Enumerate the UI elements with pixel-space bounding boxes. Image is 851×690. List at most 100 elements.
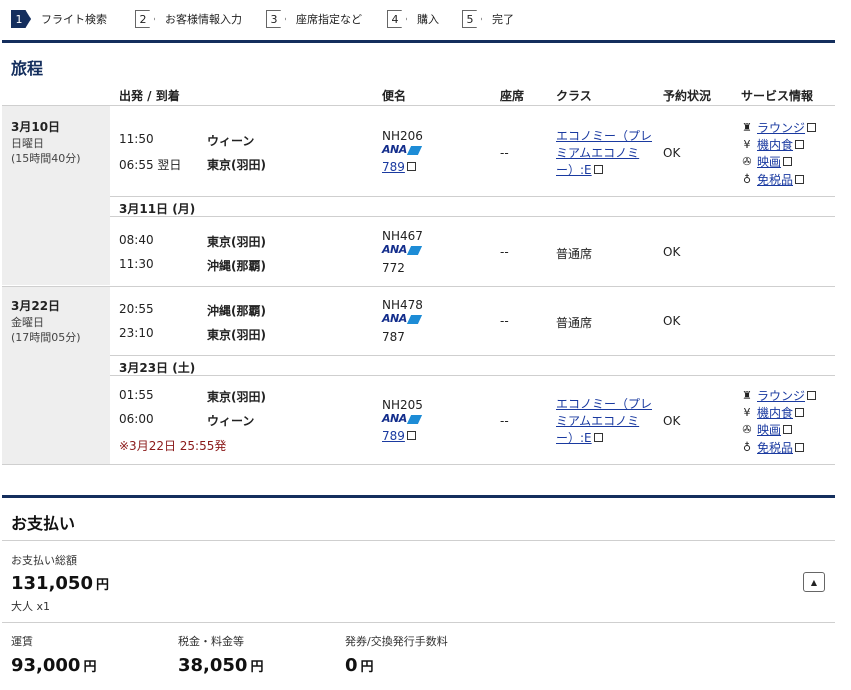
flight-number: NH467	[382, 229, 423, 243]
arr-time: 06:55 翌日	[119, 158, 182, 172]
step-label: お客様情報入力	[165, 13, 242, 26]
status-value: OK	[663, 414, 681, 428]
step-number: 5	[462, 10, 482, 28]
seat-value: --	[500, 245, 509, 259]
block-duration: (15時間40分)	[11, 152, 81, 165]
external-link-icon	[795, 140, 805, 149]
dep-time: 11:50	[119, 132, 154, 146]
aircraft-link[interactable]: 789	[382, 429, 416, 443]
departure-note: ※3月22日 25:55発	[119, 439, 227, 453]
external-link-icon	[783, 425, 793, 434]
dep-city: 東京(羽田)	[207, 390, 266, 404]
step-4: 4 購入	[387, 9, 439, 29]
header-seat: 座席	[500, 89, 525, 103]
film-reel-icon: ✇	[742, 154, 752, 168]
status-value: OK	[663, 314, 681, 328]
header-flight: 便名	[382, 89, 407, 103]
row-divider	[110, 375, 835, 376]
aircraft-type: 787	[382, 330, 405, 344]
step-1: 1 フライト検索	[11, 9, 107, 29]
bottle-icon: ♁	[742, 440, 752, 454]
header-class: クラス	[556, 89, 592, 103]
header-status: 予約状況	[663, 89, 712, 103]
external-link-icon	[807, 123, 817, 132]
fork-knife-icon: ¥	[743, 405, 751, 419]
block-date: 3月10日	[11, 120, 61, 134]
step-3: 3 座席指定など	[266, 9, 362, 29]
total-label: お支払い総額	[11, 554, 77, 567]
arr-time: 23:10	[119, 326, 154, 340]
fare-label: 運賃	[11, 635, 33, 648]
lounge-icon: ♜	[742, 388, 752, 402]
tax-amount: 38,050 円	[178, 655, 264, 676]
step-number: 1	[11, 10, 31, 28]
aircraft-link[interactable]: 789	[382, 160, 416, 174]
arr-city: 沖縄(那覇)	[207, 259, 266, 273]
service-movie[interactable]: ✇ 映画	[741, 153, 793, 170]
ana-logo: ANA	[382, 412, 422, 425]
dep-time: 08:40	[119, 233, 154, 247]
arr-city: 東京(羽田)	[207, 158, 266, 172]
external-link-icon	[807, 391, 817, 400]
fare-amount: 93,000 円	[11, 655, 97, 676]
service-lounge[interactable]: ♜ ラウンジ	[741, 119, 817, 136]
class-link[interactable]: エコノミー（プレ ミアムエコノミ ー）:E	[556, 396, 652, 447]
step-number: 4	[387, 10, 407, 28]
block-duration: (17時間05分)	[11, 331, 81, 344]
external-link-icon	[593, 165, 603, 174]
service-meal[interactable]: ¥ 機内食	[741, 136, 805, 153]
bottle-icon: ♁	[742, 172, 752, 186]
service-meal[interactable]: ¥ 機内食	[741, 404, 805, 421]
fee-amount: 0円	[345, 655, 374, 676]
step-label: 購入	[417, 13, 439, 26]
row-divider	[110, 196, 835, 197]
class-value: 普通席	[556, 247, 593, 261]
service-dutyfree[interactable]: ♁ 免税品	[741, 439, 805, 456]
step-number: 2	[135, 10, 155, 28]
flight-number: NH206	[382, 129, 423, 143]
external-link-icon	[783, 157, 793, 166]
arr-time: 11:30	[119, 257, 154, 271]
collapse-toggle-button[interactable]: ▲	[803, 572, 825, 592]
section-divider	[2, 495, 835, 498]
segment-date-header: 3月23日 (土)	[119, 361, 196, 375]
flight-number: NH478	[382, 298, 423, 312]
section-divider	[2, 40, 835, 43]
step-label: 座席指定など	[296, 13, 362, 26]
class-link[interactable]: エコノミー（プレ ミアムエコノミ ー）:E	[556, 128, 652, 179]
ana-logo: ANA	[382, 143, 422, 156]
total-amount: 131,050 円	[11, 573, 109, 594]
dep-city: 沖縄(那覇)	[207, 304, 266, 318]
step-2: 2 お客様情報入力	[135, 9, 242, 29]
service-lounge[interactable]: ♜ ラウンジ	[741, 387, 817, 404]
seat-value: --	[500, 146, 509, 160]
row-divider	[2, 540, 835, 541]
service-dutyfree[interactable]: ♁ 免税品	[741, 171, 805, 188]
dep-city: ウィーン	[207, 134, 255, 148]
seat-value: --	[500, 414, 509, 428]
external-link-icon	[795, 175, 805, 184]
external-link-icon	[406, 431, 416, 440]
arr-city: ウィーン	[207, 414, 255, 428]
status-value: OK	[663, 146, 681, 160]
row-divider	[2, 622, 835, 623]
aircraft-type: 772	[382, 261, 405, 275]
row-divider	[2, 464, 835, 465]
service-movie[interactable]: ✇ 映画	[741, 421, 793, 438]
step-5: 5 完了	[462, 9, 514, 29]
arr-city: 東京(羽田)	[207, 328, 266, 342]
film-reel-icon: ✇	[742, 422, 752, 436]
row-divider	[2, 105, 835, 106]
step-label: フライト検索	[41, 13, 107, 26]
external-link-icon	[406, 162, 416, 171]
dep-city: 東京(羽田)	[207, 235, 266, 249]
block-weekday: 日曜日	[11, 137, 44, 150]
external-link-icon	[795, 408, 805, 417]
tax-label: 税金・料金等	[178, 635, 244, 648]
row-divider	[110, 216, 835, 217]
itinerary-title: 旅程	[11, 59, 44, 78]
ana-logo: ANA	[382, 243, 422, 256]
arr-time: 06:00	[119, 412, 154, 426]
dep-time: 20:55	[119, 302, 154, 316]
header-service: サービス情報	[741, 89, 814, 103]
